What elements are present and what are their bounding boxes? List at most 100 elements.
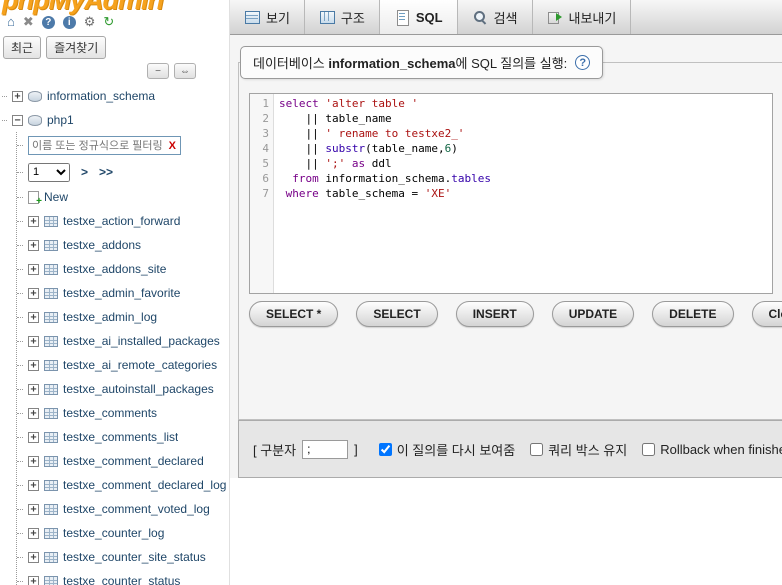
table-name[interactable]: testxe_action_forward <box>63 214 180 228</box>
table-icon <box>44 432 58 443</box>
tab-browse[interactable]: 보기 <box>230 0 305 34</box>
table-name[interactable]: testxe_comments_list <box>63 430 178 444</box>
tree-table-item[interactable]: + testxe_comment_declared_log <box>17 473 229 497</box>
tree-table-item[interactable]: + testxe_counter_site_status <box>17 545 229 569</box>
expand-icon[interactable]: + <box>28 528 39 539</box>
table-name[interactable]: testxe_autoinstall_packages <box>63 382 214 396</box>
tree-table-item[interactable]: + testxe_ai_installed_packages <box>17 329 229 353</box>
new-table-label[interactable]: New <box>44 190 68 204</box>
settings-icon[interactable]: ⚙ <box>84 15 96 29</box>
expand-icon[interactable]: + <box>28 264 39 275</box>
query-button-select[interactable]: SELECT <box>356 301 437 327</box>
search-icon <box>472 9 488 25</box>
delimiter-input[interactable] <box>302 440 348 459</box>
table-icon <box>44 528 58 539</box>
query-options: 이 질의를 다시 보여줌쿼리 박스 유지Rollback when finish… <box>364 440 782 459</box>
query-option-checkbox[interactable] <box>642 443 655 456</box>
expand-icon[interactable]: + <box>28 240 39 251</box>
expand-icon[interactable]: + <box>28 384 39 395</box>
tree-table-item[interactable]: + testxe_comment_declared <box>17 449 229 473</box>
collapse-all-icon[interactable]: − <box>147 63 169 79</box>
link-with-main-icon[interactable]: ⇔ <box>174 63 196 79</box>
query-option-checkbox[interactable] <box>379 443 392 456</box>
tree-table-item[interactable]: + testxe_admin_log <box>17 305 229 329</box>
tree-table-item[interactable]: + testxe_comments <box>17 401 229 425</box>
expand-icon[interactable]: + <box>12 91 23 102</box>
table-name[interactable]: testxe_counter_site_status <box>63 550 206 564</box>
table-name[interactable]: testxe_addons <box>63 238 141 252</box>
table-name[interactable]: testxe_counter_log <box>63 526 164 540</box>
tree-filter-input[interactable] <box>29 140 165 152</box>
sql-editor[interactable]: 1234567 select 'alter table ' || table_n… <box>249 93 773 294</box>
reload-icon[interactable]: ↻ <box>103 15 114 29</box>
expand-icon[interactable]: + <box>28 504 39 515</box>
expand-icon[interactable]: + <box>28 432 39 443</box>
expand-icon[interactable]: + <box>28 408 39 419</box>
query-button-insert[interactable]: INSERT <box>456 301 534 327</box>
table-name[interactable]: testxe_comments <box>63 406 157 420</box>
database-name[interactable]: information_schema <box>47 89 155 103</box>
expand-icon[interactable]: + <box>28 312 39 323</box>
expand-icon[interactable]: + <box>28 360 39 371</box>
sql-code[interactable]: select 'alter table ' || table_name || '… <box>274 94 772 293</box>
next-page-link[interactable]: > <box>81 165 88 179</box>
tab-sql[interactable]: SQL <box>380 0 458 34</box>
table-name[interactable]: testxe_comment_declared <box>63 454 204 468</box>
table-name[interactable]: testxe_admin_favorite <box>63 286 180 300</box>
tree-table-item[interactable]: + testxe_autoinstall_packages <box>17 377 229 401</box>
table-icon <box>44 552 58 563</box>
query-option-checkbox[interactable] <box>530 443 543 456</box>
tab-search[interactable]: 검색 <box>458 0 533 34</box>
tree-db-item[interactable]: + information_schema <box>2 84 229 108</box>
table-name[interactable]: testxe_admin_log <box>63 310 157 324</box>
table-name[interactable]: testxe_counter_status <box>63 574 180 585</box>
sql-line: || ' rename to testxe2_' <box>279 126 772 141</box>
table-name[interactable]: testxe_comment_voted_log <box>63 502 210 516</box>
last-page-link[interactable]: >> <box>99 165 113 179</box>
query-button-delete[interactable]: DELETE <box>652 301 733 327</box>
table-name[interactable]: testxe_ai_remote_categories <box>63 358 217 372</box>
expand-icon[interactable]: + <box>28 456 39 467</box>
database-name[interactable]: php1 <box>47 113 74 127</box>
info-icon[interactable]: i <box>63 16 76 29</box>
favorite-tables-button[interactable]: 즐겨찾기 <box>46 36 106 59</box>
expand-icon[interactable]: + <box>28 288 39 299</box>
clear-filter-icon[interactable]: X <box>165 140 180 152</box>
expand-icon[interactable]: + <box>28 216 39 227</box>
tree-table-item[interactable]: + testxe_action_forward <box>17 209 229 233</box>
collapse-icon[interactable]: − <box>12 115 23 126</box>
expand-icon[interactable]: + <box>28 336 39 347</box>
tab-export[interactable]: 내보내기 <box>533 0 632 34</box>
table-name[interactable]: testxe_comment_declared_log <box>63 478 226 492</box>
tree-table-item[interactable]: + testxe_comment_voted_log <box>17 497 229 521</box>
help-icon[interactable]: ? <box>575 55 590 70</box>
tree-table-item[interactable]: + testxe_counter_log <box>17 521 229 545</box>
tree-table-item[interactable]: + testxe_ai_remote_categories <box>17 353 229 377</box>
table-name[interactable]: testxe_ai_installed_packages <box>63 334 220 348</box>
tab-structure[interactable]: 구조 <box>305 0 380 34</box>
sql-line: select 'alter table ' <box>279 96 772 111</box>
query-button-clear[interactable]: Clear <box>752 301 782 327</box>
database-icon <box>28 115 42 126</box>
new-table-item[interactable]: New <box>17 185 229 209</box>
docs-icon[interactable]: ? <box>42 16 55 29</box>
exit-icon[interactable]: ✖ <box>23 15 34 29</box>
tree-table-item[interactable]: + testxe_comments_list <box>17 425 229 449</box>
line-number: 5 <box>250 156 269 171</box>
expand-icon[interactable]: + <box>28 552 39 563</box>
tree-table-item[interactable]: + testxe_admin_favorite <box>17 281 229 305</box>
query-button-select[interactable]: SELECT * <box>249 301 338 327</box>
table-name[interactable]: testxe_addons_site <box>63 262 166 276</box>
recent-tables-button[interactable]: 최근 <box>3 36 41 59</box>
table-icon <box>44 360 58 371</box>
tree-table-item[interactable]: + testxe_addons_site <box>17 257 229 281</box>
expand-icon[interactable]: + <box>28 576 39 585</box>
expand-icon[interactable]: + <box>28 480 39 491</box>
tree-table-item[interactable]: + testxe_counter_status <box>17 569 229 585</box>
page-select[interactable]: 1 <box>28 163 70 182</box>
tree-db-item[interactable]: − php1 <box>2 108 229 132</box>
line-number: 7 <box>250 186 269 201</box>
tree-table-item[interactable]: + testxe_addons <box>17 233 229 257</box>
home-icon[interactable]: ⌂ <box>7 15 15 29</box>
query-button-update[interactable]: UPDATE <box>552 301 634 327</box>
